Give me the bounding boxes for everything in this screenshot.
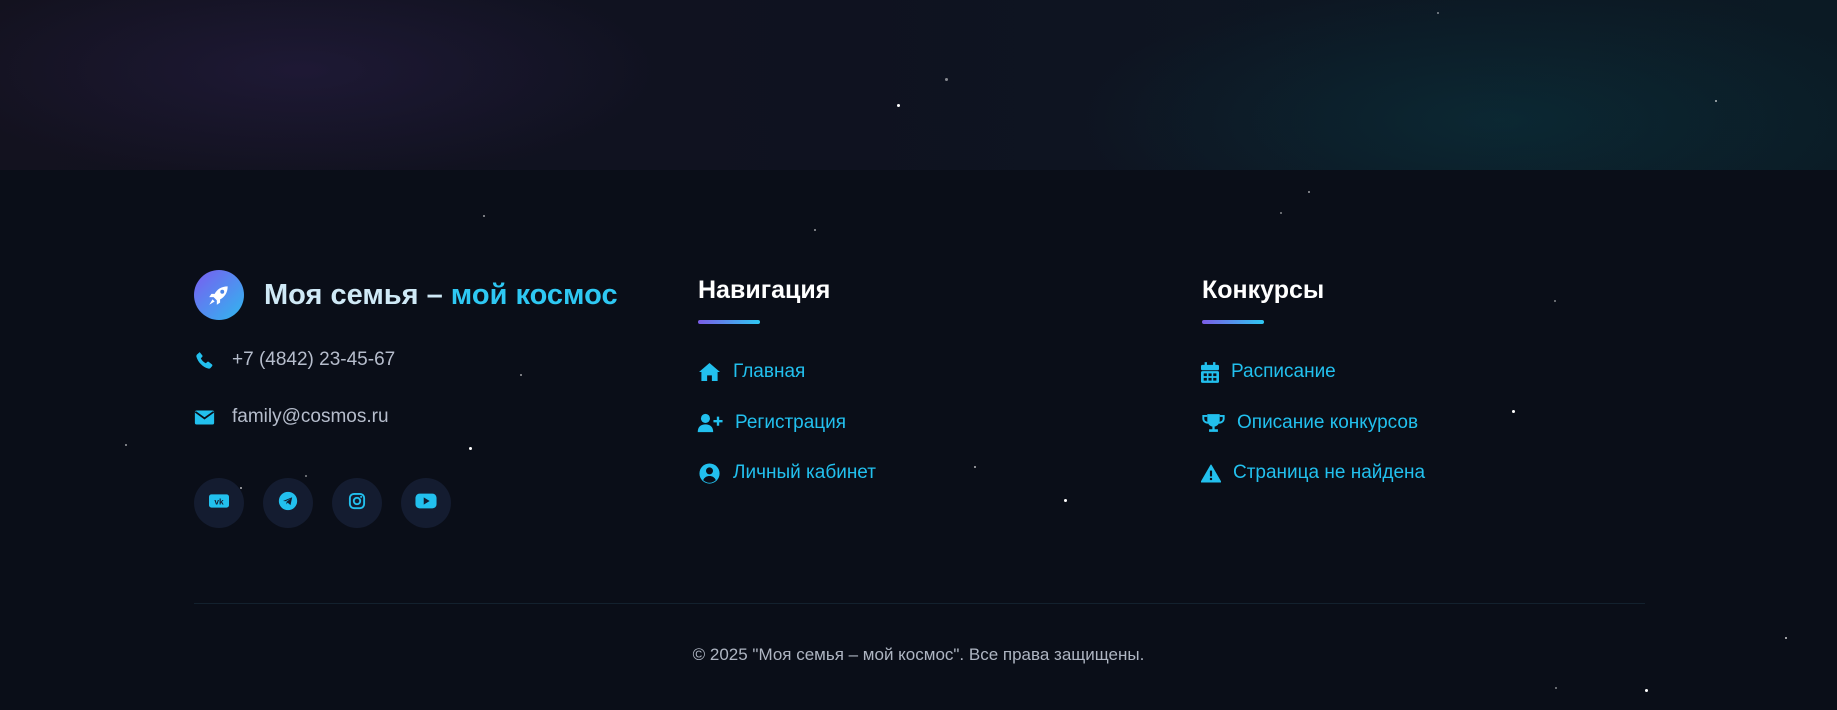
star-decoration	[1715, 100, 1717, 102]
brand-title-cyan: мой космос	[450, 278, 618, 311]
social-instagram-button[interactable]	[332, 478, 382, 528]
vk-icon: vk	[209, 493, 229, 513]
contest-link-label: Описание конкурсов	[1237, 412, 1419, 433]
envelope-icon	[194, 406, 216, 428]
site-footer	[0, 170, 1837, 710]
contact-phone: +7 (4842) 23-45-67	[194, 349, 395, 371]
star-decoration	[1645, 689, 1648, 692]
phone-icon	[194, 349, 216, 371]
calendar-icon	[1201, 361, 1219, 383]
star-decoration	[1437, 12, 1439, 14]
footer-divider	[194, 603, 1645, 604]
user-plus-icon	[697, 412, 723, 434]
trophy-icon	[1201, 412, 1225, 434]
rocket-icon	[194, 270, 244, 320]
star-decoration	[1554, 300, 1556, 302]
social-youtube-button[interactable]	[401, 478, 451, 528]
star-decoration	[305, 475, 307, 477]
nav-link-registration[interactable]: Регистрация	[697, 412, 846, 434]
nav-link-home[interactable]: Главная	[697, 361, 805, 383]
star-decoration	[1555, 687, 1557, 689]
warning-icon	[1201, 462, 1221, 484]
copyright-text: © 2025 "Моя семья – мой космос". Все пра…	[692, 645, 1145, 664]
star-decoration	[1064, 499, 1067, 502]
phone-number: +7 (4842) 23-45-67	[232, 349, 396, 370]
nav-link-label: Регистрация	[735, 412, 847, 433]
contest-link-not-found[interactable]: Страница не найдена	[1201, 462, 1425, 484]
nav-link-account[interactable]: Личный кабинет	[697, 462, 876, 484]
contest-link-schedule[interactable]: Расписание	[1201, 361, 1336, 383]
contest-link-label: Страница не найдена	[1233, 462, 1426, 483]
contest-link-description[interactable]: Описание конкурсов	[1201, 412, 1418, 434]
star-decoration	[483, 215, 485, 217]
contact-email: family@cosmos.ru	[194, 406, 389, 428]
email-address: family@cosmos.ru	[232, 406, 389, 427]
navigation-heading: Навигация	[698, 276, 831, 304]
instagram-icon	[348, 492, 366, 515]
star-decoration	[945, 78, 948, 81]
star-decoration	[814, 229, 816, 231]
telegram-icon	[278, 491, 298, 516]
brand-title: Моя семья – мой космос	[264, 279, 618, 312]
navigation-heading-underline	[698, 320, 760, 324]
star-decoration	[469, 447, 472, 450]
brand-title-white: Моя семья –	[264, 278, 443, 311]
social-vk-button[interactable]: vk	[194, 478, 244, 528]
star-decoration	[1308, 191, 1310, 193]
star-decoration	[1512, 410, 1515, 413]
star-decoration	[1785, 637, 1787, 639]
social-links: vk	[194, 478, 470, 528]
youtube-icon	[415, 493, 437, 514]
star-decoration	[974, 466, 976, 468]
nav-link-label: Личный кабинет	[733, 462, 876, 483]
footer-brand[interactable]: Моя семья – мой космос	[194, 270, 618, 320]
contests-heading-underline	[1202, 320, 1264, 324]
hero-bottom-band	[0, 0, 1837, 171]
star-decoration	[1280, 212, 1282, 214]
svg-text:vk: vk	[214, 496, 224, 506]
star-decoration	[520, 374, 522, 376]
user-circle-icon	[697, 462, 721, 484]
star-decoration	[125, 444, 127, 446]
nav-link-label: Главная	[733, 361, 806, 382]
contest-link-label: Расписание	[1231, 361, 1336, 382]
home-icon	[697, 361, 721, 383]
star-decoration	[897, 104, 900, 107]
social-telegram-button[interactable]	[263, 478, 313, 528]
contests-heading: Конкурсы	[1202, 276, 1325, 304]
